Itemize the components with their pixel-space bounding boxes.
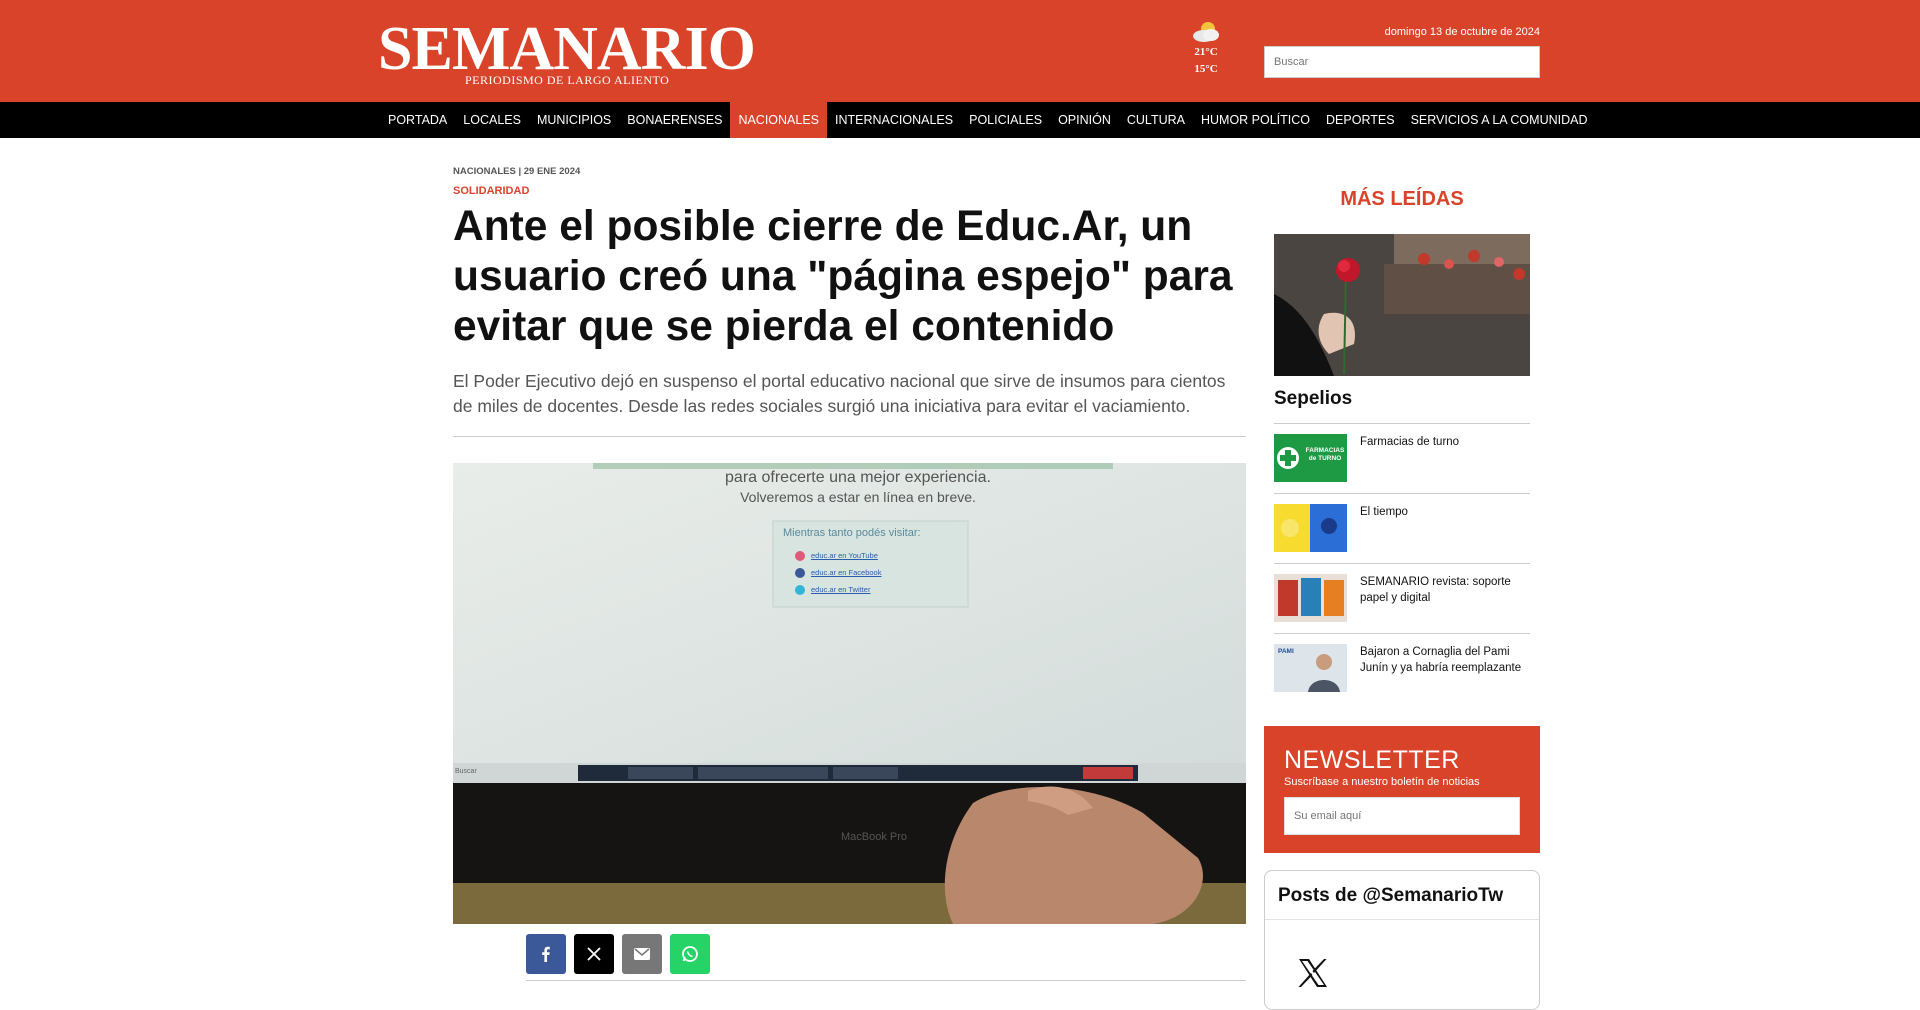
- pharmacy-thumb-text: FARMACIAS de TURNO: [1305, 447, 1345, 462]
- twitter-feed-title: Posts de @SemanarioTw: [1278, 885, 1504, 906]
- sun-icon: [1274, 504, 1347, 552]
- most-read-item[interactable]: SEMANARIO revista: soporte papel y digit…: [1274, 563, 1530, 633]
- pharmacy-thumbnail: FARMACIAS de TURNO: [1274, 434, 1347, 482]
- nav-item-policiales[interactable]: POLICIALES: [961, 102, 1050, 138]
- site-header: SEMANARIO PERIODISMO DE LARGO ALIENTO 21…: [0, 0, 1920, 102]
- weather-temp-max: 21°C: [1194, 46, 1218, 58]
- most-read-item[interactable]: FARMACIAS de TURNO Farmacias de turno: [1274, 423, 1530, 493]
- newsletter-subtitle: Suscríbase a nuestro boletín de noticias: [1284, 776, 1480, 788]
- photo-screen-line1: para ofrecerte una mejor experiencia.: [725, 469, 991, 486]
- nav-list: PORTADA LOCALES MUNICIPIOS BONAERENSES N…: [380, 102, 1595, 138]
- main-nav: PORTADA LOCALES MUNICIPIOS BONAERENSES N…: [0, 102, 1920, 138]
- most-read-list: FARMACIAS de TURNO Farmacias de turno El…: [1274, 423, 1530, 703]
- most-read-hero-title[interactable]: Sepelios: [1274, 388, 1352, 410]
- share-x-button[interactable]: [574, 934, 614, 974]
- x-icon: [587, 947, 601, 961]
- newsletter-email-field[interactable]: [1284, 797, 1520, 835]
- photo-link-twitter: educ.ar en Twitter: [811, 585, 871, 594]
- share-divider: [526, 980, 1246, 981]
- photo-link-youtube: educ.ar en YouTube: [811, 551, 878, 560]
- email-icon: [634, 948, 650, 960]
- article-section-tag[interactable]: SOLIDARIDAD: [453, 185, 529, 197]
- site-logo[interactable]: SEMANARIO PERIODISMO DE LARGO ALIENTO: [378, 14, 756, 87]
- current-date: domingo 13 de octubre de 2024: [1384, 26, 1540, 38]
- share-whatsapp-button[interactable]: [670, 934, 710, 974]
- magazine-thumbnail: [1274, 574, 1347, 622]
- most-read-item-title[interactable]: Farmacias de turno: [1360, 434, 1532, 450]
- pami-thumb-text: PAMI: [1278, 648, 1294, 655]
- nav-item-cultura[interactable]: CULTURA: [1119, 102, 1193, 138]
- whatsapp-icon: [682, 946, 698, 962]
- most-read-item[interactable]: PAMI Bajaron a Cornaglia del Pami Junín …: [1274, 633, 1530, 703]
- nav-item-deportes[interactable]: DEPORTES: [1318, 102, 1403, 138]
- photo-link-facebook: educ.ar en Facebook: [811, 568, 882, 577]
- funeral-rose-image: [1274, 234, 1530, 376]
- most-read-title: MÁS LEÍDAS: [1340, 188, 1464, 210]
- partly-cloudy-icon: [1193, 22, 1219, 42]
- newsletter-title: NEWSLETTER: [1284, 746, 1460, 774]
- weather-thumbnail: [1274, 504, 1347, 552]
- most-read-item-title[interactable]: Bajaron a Cornaglia del Pami Junín y ya …: [1360, 644, 1532, 676]
- nav-item-humor-politico[interactable]: HUMOR POLÍTICO: [1193, 102, 1318, 138]
- article-title: Ante el posible cierre de Educ.Ar, un us…: [453, 203, 1233, 350]
- twitter-feed-box: Posts de @SemanarioTw: [1264, 870, 1540, 1010]
- photo-box-title: Mientras tanto podés visitar:: [783, 527, 921, 539]
- share-email-button[interactable]: [622, 934, 662, 974]
- share-facebook-button[interactable]: [526, 934, 566, 974]
- nav-item-internacionales[interactable]: INTERNACIONALES: [827, 102, 961, 138]
- nav-item-opinion[interactable]: OPINIÓN: [1050, 102, 1119, 138]
- article-kicker: NACIONALES | 29 ENE 2024: [453, 166, 581, 177]
- nav-item-municipios[interactable]: MUNICIPIOS: [529, 102, 619, 138]
- photo-laptop-label: MacBook Pro: [841, 831, 908, 843]
- search-box[interactable]: [1264, 46, 1540, 78]
- article-divider: [453, 436, 1246, 437]
- nav-item-locales[interactable]: LOCALES: [455, 102, 529, 138]
- magazine-cover-icon: [1274, 574, 1347, 622]
- pami-thumbnail: PAMI: [1274, 644, 1347, 692]
- x-logo-icon[interactable]: [1295, 955, 1331, 991]
- most-read-item[interactable]: El tiempo: [1274, 493, 1530, 563]
- weather-widget[interactable]: 21°C 15°C: [1180, 20, 1232, 78]
- newsletter-email-input[interactable]: [1285, 798, 1519, 834]
- share-bar: [526, 934, 710, 974]
- twitter-feed-divider: [1265, 919, 1539, 920]
- most-read-item-title[interactable]: SEMANARIO revista: soporte papel y digit…: [1360, 574, 1532, 606]
- weather-temp-min: 15°C: [1194, 63, 1218, 75]
- search-input[interactable]: [1265, 47, 1539, 77]
- logo-tagline: PERIODISMO DE LARGO ALIENTO: [465, 73, 670, 87]
- most-read-hero-image[interactable]: [1274, 234, 1530, 376]
- photo-taskbar-search: Buscar: [455, 768, 477, 775]
- nav-item-servicios[interactable]: SERVICIOS A LA COMUNIDAD: [1403, 102, 1596, 138]
- photo-screen-line2: Volveremos a estar en línea en breve.: [740, 489, 976, 505]
- nav-item-portada[interactable]: PORTADA: [380, 102, 455, 138]
- newsletter-box: NEWSLETTER Suscríbase a nuestro boletín …: [1264, 726, 1540, 853]
- facebook-icon: [542, 946, 550, 962]
- most-read-item-title[interactable]: El tiempo: [1360, 504, 1532, 520]
- article-lead: El Poder Ejecutivo dejó en suspenso el p…: [453, 371, 1226, 416]
- nav-item-nacionales[interactable]: NACIONALES: [730, 102, 828, 138]
- nav-item-bonaerenses[interactable]: BONAERENSES: [619, 102, 730, 138]
- article-photo: para ofrecerte una mejor experiencia. Vo…: [453, 463, 1246, 924]
